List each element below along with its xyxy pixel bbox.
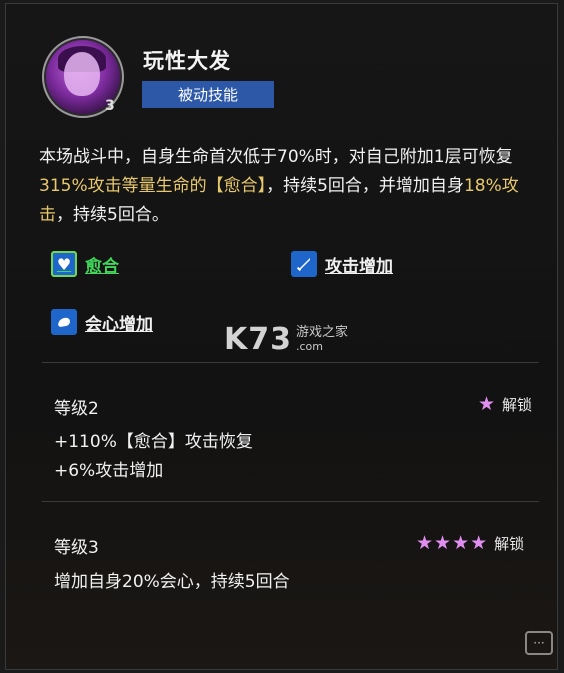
level-3-unlock-label: 解锁	[494, 534, 525, 553]
level-2-line-1: +110%【愈合】攻击恢复	[54, 432, 253, 452]
level-2-title: 等级2	[54, 399, 99, 419]
effect-label-crit: 会心增加	[85, 314, 153, 335]
effect-link-attack[interactable]: 攻击增加	[291, 251, 393, 277]
skill-detail-panel: K73 游戏之家 .com 3 玩性大发 被动技能 本场战斗中，自身生命首次低于…	[5, 3, 558, 670]
watermark-line2: .com	[296, 339, 323, 353]
watermark-logo: K73 游戏之家 .com	[224, 322, 348, 357]
divider	[42, 501, 539, 502]
level-3-line-1: 增加自身20%会心，持续5回合	[54, 572, 290, 592]
divider	[42, 362, 539, 363]
star-icon: ★★★★	[416, 532, 489, 554]
chat-icon[interactable]: ···	[525, 631, 553, 655]
skill-type-badge: 被动技能	[142, 81, 274, 108]
level-2-line-2: +6%攻击增加	[54, 461, 164, 481]
skill-description: 本场战斗中，自身生命首次低于70%时，对自己附加1层可恢复315%攻击等量生命的…	[39, 147, 519, 225]
effect-link-crit[interactable]: 会心增加	[51, 309, 153, 335]
skill-level-badge: 3	[105, 98, 115, 114]
effect-link-heal[interactable]: ♥ 愈合	[51, 251, 119, 277]
watermark-line1: 游戏之家	[296, 324, 349, 340]
watermark-brand: K73	[224, 322, 292, 357]
fist-icon	[51, 309, 77, 335]
skill-name: 玩性大发	[143, 49, 231, 73]
sword-icon	[291, 251, 317, 277]
effect-label-attack: 攻击增加	[325, 256, 393, 277]
star-icon: ★	[478, 393, 497, 415]
heart-icon: ♥	[51, 251, 77, 277]
level-2-unlock: ★ 解锁	[478, 393, 532, 415]
level-3-unlock: ★★★★ 解锁	[416, 532, 524, 554]
effect-label-heal: 愈合	[85, 256, 119, 277]
level-2-unlock-label: 解锁	[502, 395, 533, 414]
level-3-title: 等级3	[54, 538, 99, 558]
